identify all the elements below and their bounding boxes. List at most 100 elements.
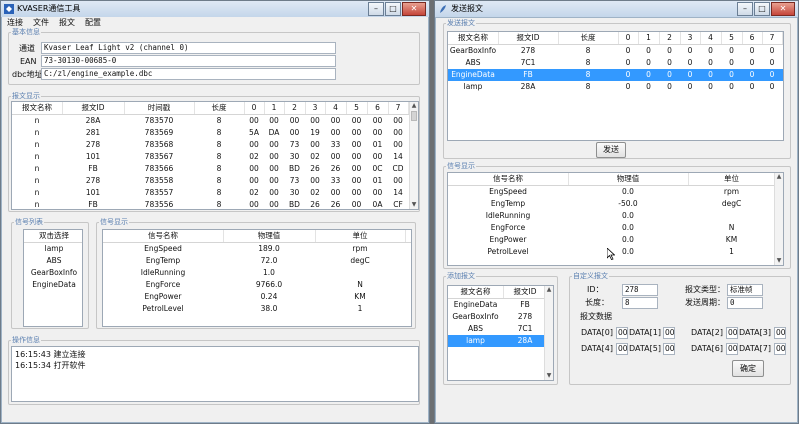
- add-message-scrollbar[interactable]: ▲ ▼: [544, 286, 553, 380]
- table-row[interactable]: EngPower 0.0 KM: [448, 234, 783, 246]
- data-3-input[interactable]: 00: [774, 327, 786, 339]
- col-byte-5[interactable]: 5: [346, 102, 368, 114]
- table-row[interactable]: EngForce 9766.0 N: [103, 279, 411, 291]
- menu-message[interactable]: 报文: [54, 17, 80, 28]
- col-msg-id[interactable]: 报文ID: [503, 286, 548, 298]
- col-byte-6[interactable]: 6: [367, 102, 389, 114]
- table-row[interactable]: EngTemp -50.0 degC: [448, 198, 783, 210]
- col-msg-name[interactable]: 报文名称: [448, 32, 499, 44]
- table-row[interactable]: ABS 7C1 8 0 0 0 0 0 0 0 0: [448, 57, 783, 69]
- col-byte-2[interactable]: 2: [659, 32, 681, 44]
- menu-connect[interactable]: 连接: [2, 17, 28, 28]
- table-row[interactable]: GearBoxInfo 278: [448, 311, 553, 323]
- menu-file[interactable]: 文件: [28, 17, 54, 28]
- col-byte-6[interactable]: 6: [742, 32, 763, 44]
- col-msg-id[interactable]: 报文ID: [62, 102, 125, 114]
- col-byte-3[interactable]: 3: [305, 102, 326, 114]
- maximize-button[interactable]: □: [385, 2, 401, 16]
- scroll-down-icon[interactable]: ▼: [545, 372, 553, 380]
- minimize-button[interactable]: –: [368, 2, 384, 16]
- table-row[interactable]: n FB 783566 8 00 00 BD 26 26 00 0C CD: [12, 163, 418, 175]
- col-byte-4[interactable]: 4: [325, 102, 347, 114]
- col-timestamp[interactable]: 时间戳: [124, 102, 195, 114]
- col-unit[interactable]: 单位: [688, 173, 776, 185]
- table-row[interactable]: n FB 783556 8 00 00 BD 26 26 00 0A CF: [12, 199, 418, 209]
- ean-field[interactable]: 73-30130-00685-0: [41, 55, 336, 67]
- id-input[interactable]: 278: [622, 284, 658, 296]
- send-period-input[interactable]: 0: [727, 297, 763, 309]
- minimize-button[interactable]: –: [737, 2, 753, 16]
- table-row[interactable]: EngSpeed 189.0 rpm: [103, 243, 411, 255]
- table-row[interactable]: EngineData FB: [448, 299, 553, 311]
- table-row[interactable]: n 28A 783570 8 00 00 00 00 00 00 00 00: [12, 115, 418, 127]
- close-button[interactable]: ✕: [771, 2, 795, 16]
- frame-type-select[interactable]: 标准帧: [727, 284, 763, 296]
- col-byte-0[interactable]: 0: [618, 32, 639, 44]
- col-msg-id[interactable]: 报文ID: [498, 32, 559, 44]
- table-row[interactable]: PetrolLevel 38.0 1: [103, 303, 411, 315]
- maximize-button[interactable]: □: [754, 2, 770, 16]
- data-7-input[interactable]: 00: [774, 343, 786, 355]
- scroll-up-icon[interactable]: ▲: [545, 286, 553, 294]
- menu-config[interactable]: 配置: [80, 17, 106, 28]
- table-row[interactable]: n 101 783567 8 02 00 30 02 00 00 00 14: [12, 151, 418, 163]
- col-byte-1[interactable]: 1: [264, 102, 285, 114]
- scroll-down-icon[interactable]: ▼: [775, 257, 783, 265]
- data-0-input[interactable]: 00: [616, 327, 628, 339]
- table-row[interactable]: EngForce 0.0 N: [448, 222, 783, 234]
- table-row[interactable]: n 278 783558 8 00 00 73 00 33 00 01 00: [12, 175, 418, 187]
- table-row[interactable]: EngPower 0.24 KM: [103, 291, 411, 303]
- table-row[interactable]: ABS 7C1: [448, 323, 553, 335]
- data-2-input[interactable]: 00: [726, 327, 738, 339]
- list-item[interactable]: EngineData: [24, 279, 82, 291]
- col-signal-name[interactable]: 信号名称: [103, 230, 224, 242]
- col-physical-value[interactable]: 物理值: [223, 230, 316, 242]
- col-byte-5[interactable]: 5: [721, 32, 743, 44]
- send-button[interactable]: 发送: [596, 142, 626, 158]
- col-physical-value[interactable]: 物理值: [568, 173, 689, 185]
- dbc-field[interactable]: C:/zl/engine_example.dbc: [41, 68, 336, 80]
- col-byte-2[interactable]: 2: [284, 102, 306, 114]
- table-row[interactable]: IdleRunning 0.0: [448, 210, 783, 222]
- col-byte-7[interactable]: 7: [762, 32, 783, 44]
- col-byte-7[interactable]: 7: [388, 102, 409, 114]
- table-row[interactable]: EngSpeed 0.0 rpm: [448, 186, 783, 198]
- col-byte-4[interactable]: 4: [700, 32, 722, 44]
- channel-field[interactable]: Kvaser Leaf Light v2 (channel 0): [41, 42, 336, 54]
- table-row[interactable]: PetrolLevel 0.0 1: [448, 246, 783, 258]
- table-row[interactable]: n 101 783557 8 02 00 30 02 00 00 00 14: [12, 187, 418, 199]
- col-msg-name[interactable]: 报文名称: [448, 286, 504, 298]
- col-unit[interactable]: 单位: [315, 230, 406, 242]
- table-row[interactable]: EngineData FB 8 0 0 0 0 0 0 0 0: [448, 69, 783, 81]
- col-byte-1[interactable]: 1: [638, 32, 660, 44]
- data-5-input[interactable]: 00: [663, 343, 675, 355]
- table-row[interactable]: n 281 783569 8 5A DA 00 19 00 00 00 00: [12, 127, 418, 139]
- close-button[interactable]: ✕: [402, 2, 426, 16]
- data-6-input[interactable]: 00: [726, 343, 738, 355]
- table-row[interactable]: GearBoxInfo 278 8 0 0 0 0 0 0 0 0: [448, 45, 783, 57]
- list-item[interactable]: GearBoxInfo: [24, 267, 82, 279]
- send-window-titlebar[interactable]: 发送报文 – □ ✕: [435, 1, 798, 18]
- confirm-button[interactable]: 确定: [732, 360, 764, 377]
- table-row[interactable]: n 278 783568 8 00 00 73 00 33 00 01 00: [12, 139, 418, 151]
- table-row[interactable]: EngTemp 72.0 degC: [103, 255, 411, 267]
- col-byte-0[interactable]: 0: [244, 102, 265, 114]
- list-item[interactable]: ABS: [24, 255, 82, 267]
- scroll-down-icon[interactable]: ▼: [410, 201, 418, 209]
- main-window-titlebar[interactable]: KVASER通信工具 – □ ✕: [1, 1, 429, 18]
- col-length[interactable]: 长度: [194, 102, 245, 114]
- list-item[interactable]: lamp: [24, 243, 82, 255]
- scroll-up-icon[interactable]: ▲: [775, 173, 783, 181]
- send-signal-scrollbar[interactable]: ▲ ▼: [774, 173, 783, 265]
- length-input[interactable]: 8: [622, 297, 658, 309]
- col-signal-name[interactable]: 信号名称: [448, 173, 569, 185]
- operation-log[interactable]: 16:15:43 建立连接 16:15:34 打开软件: [11, 346, 419, 402]
- message-table-scrollbar[interactable]: ▲ ▼: [409, 102, 418, 209]
- table-row[interactable]: lamp 28A: [448, 335, 553, 347]
- table-row[interactable]: lamp 28A 8 0 0 0 0 0 0 0 0: [448, 81, 783, 93]
- col-msg-name[interactable]: 报文名称: [12, 102, 63, 114]
- scroll-up-icon[interactable]: ▲: [410, 102, 418, 110]
- data-4-input[interactable]: 00: [616, 343, 628, 355]
- scroll-thumb[interactable]: [411, 111, 417, 121]
- col-byte-3[interactable]: 3: [680, 32, 701, 44]
